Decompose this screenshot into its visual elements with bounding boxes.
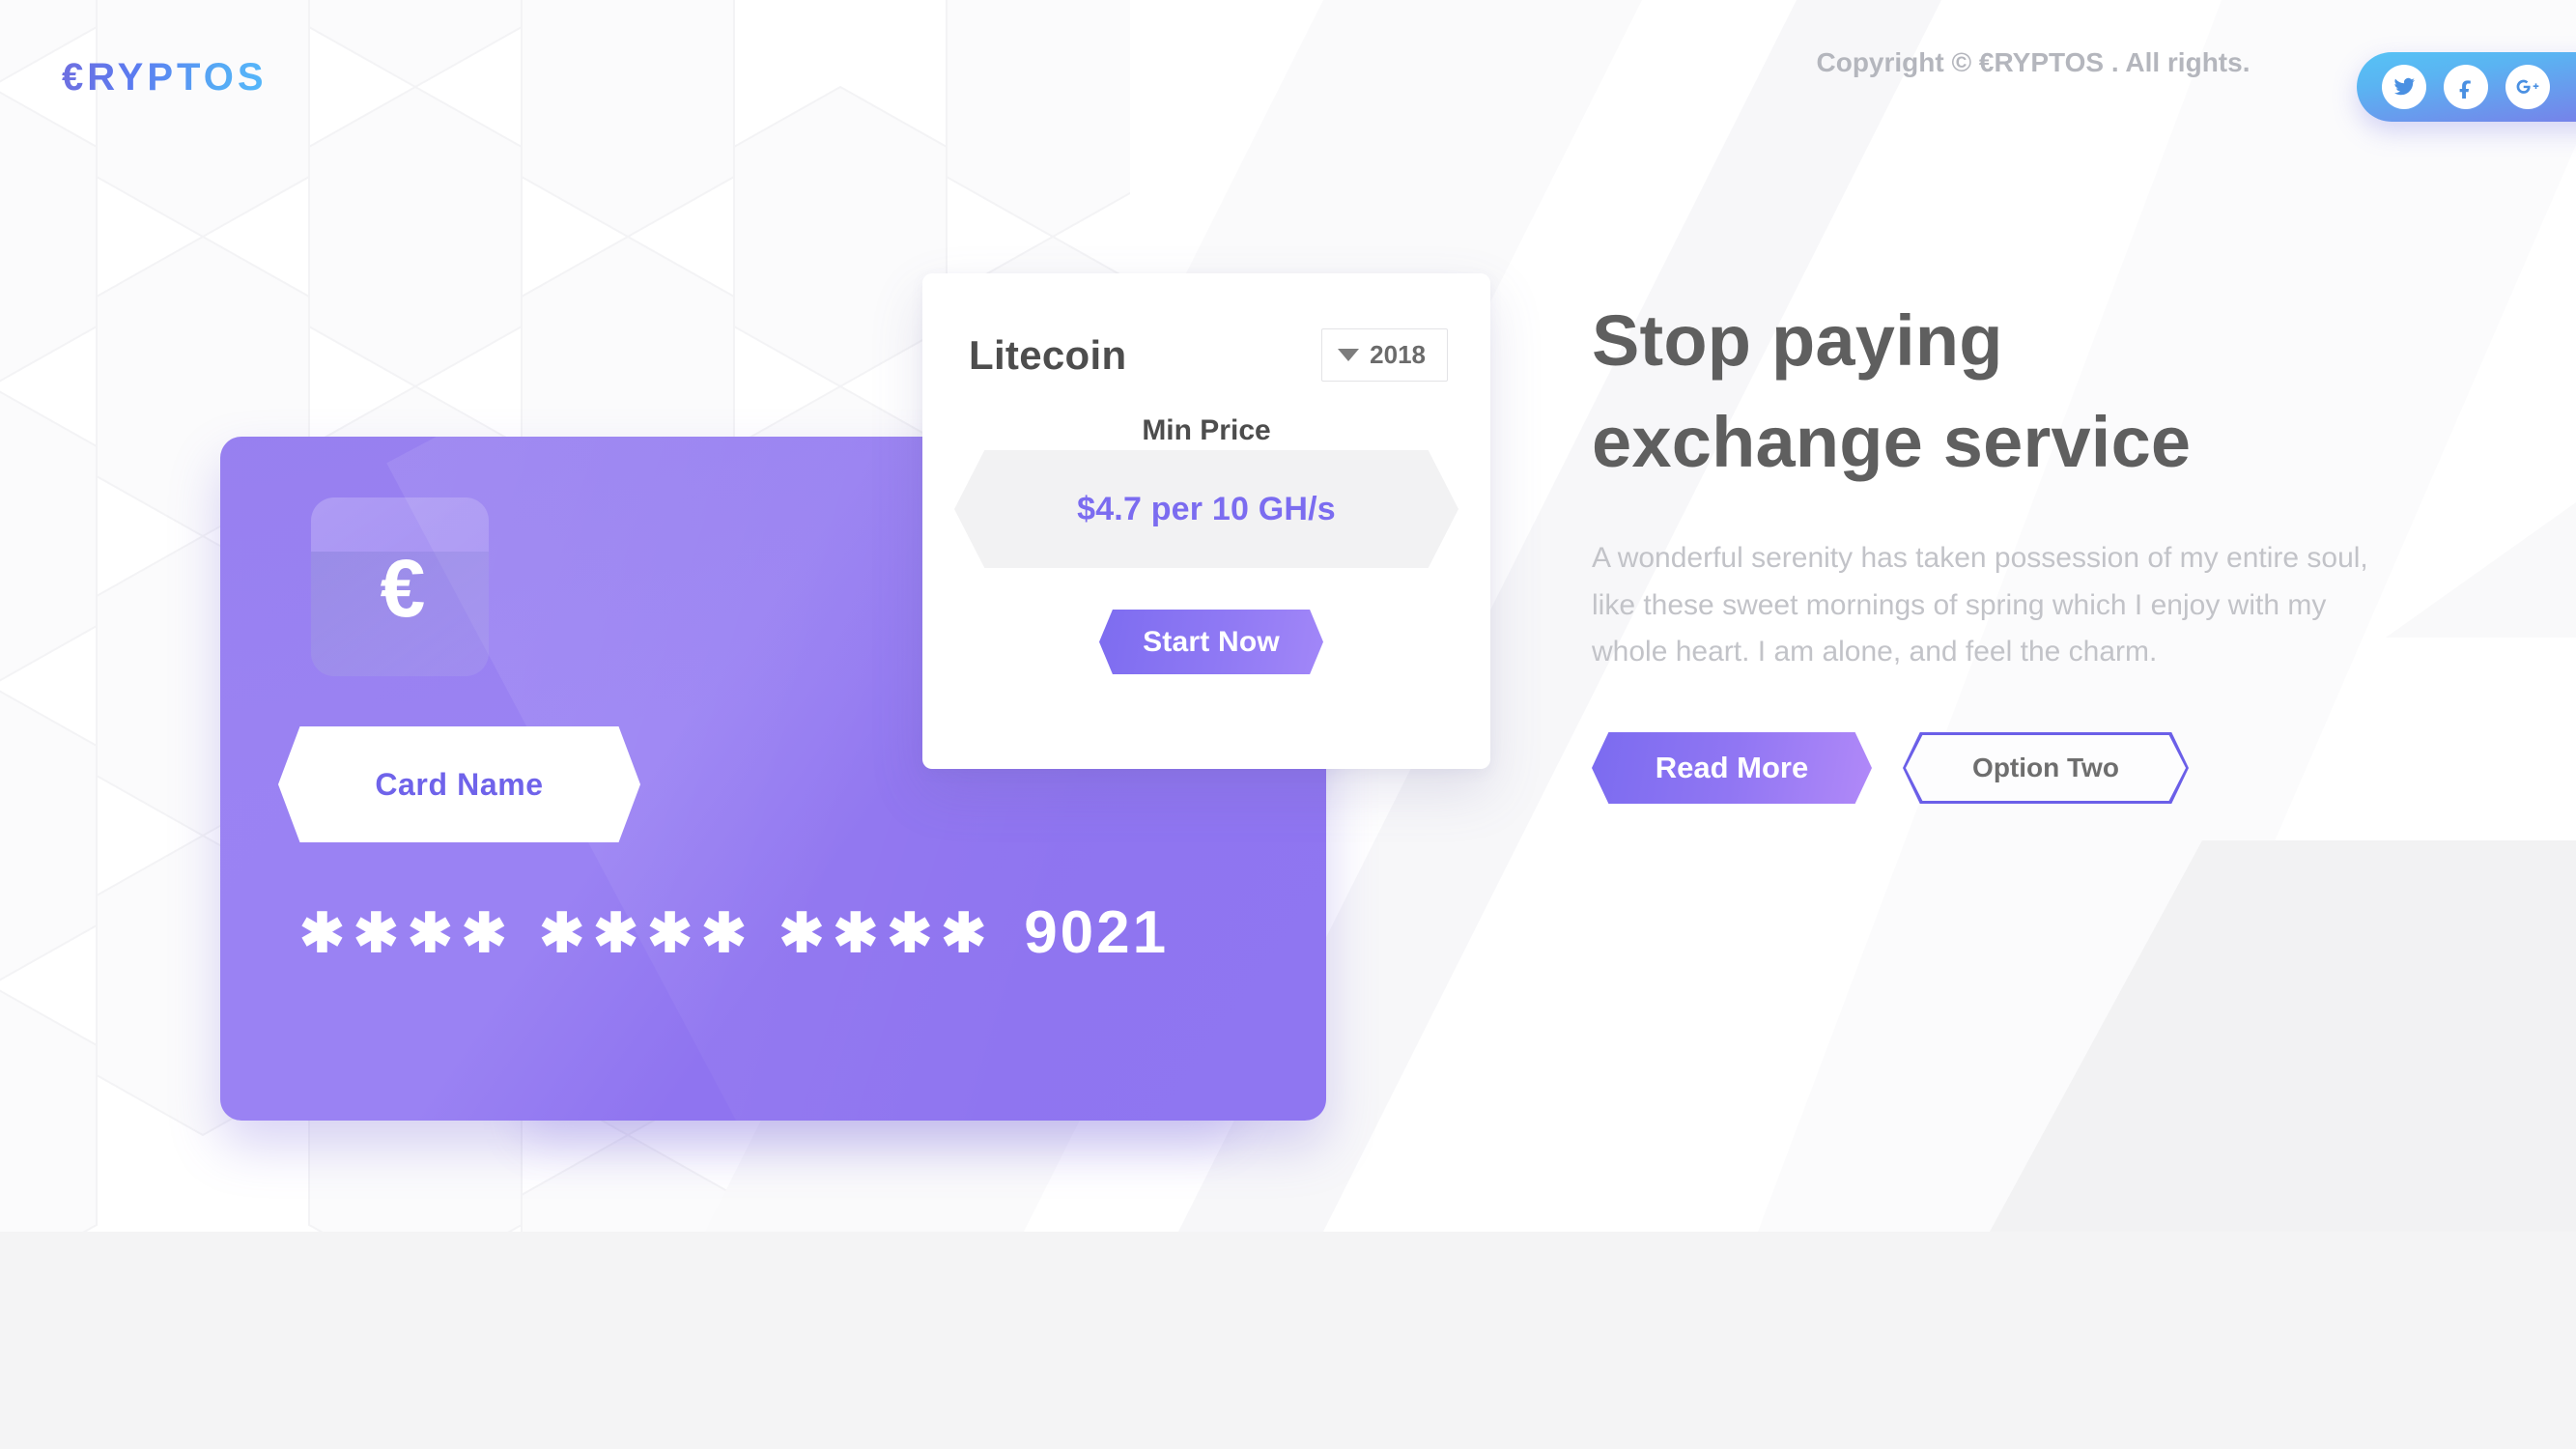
card-chip: € xyxy=(311,497,489,676)
start-now-button[interactable]: Start Now xyxy=(1099,610,1323,674)
euro-symbol-icon: € xyxy=(380,542,426,634)
card-number-masked: ✱✱✱✱ ✱✱✱✱ ✱✱✱✱ xyxy=(299,902,996,963)
card-number: ✱✱✱✱ ✱✱✱✱ ✱✱✱✱ 9021 xyxy=(299,903,1169,963)
year-dropdown[interactable]: 2018 xyxy=(1321,328,1448,382)
headline-line-1: Stop paying xyxy=(1592,300,2003,381)
card-number-last4: 9021 xyxy=(1024,899,1170,966)
chevron-down-icon xyxy=(1338,349,1360,361)
price-value: $4.7 per 10 GH/s xyxy=(1077,490,1336,527)
year-dropdown-value: 2018 xyxy=(1370,340,1426,369)
below-fold-section xyxy=(0,1232,2576,1449)
option-two-label: Option Two xyxy=(1972,752,2119,782)
price-panel: Litecoin 2018 Min Price $4.7 per 10 GH/s… xyxy=(922,273,1490,769)
hero-cta-row: Read More Option Two xyxy=(1592,731,2422,804)
page-root: €RYPTOS Copyright © €RYPTOS . All rights… xyxy=(0,0,2576,1449)
facebook-icon[interactable] xyxy=(2444,65,2488,109)
social-links-pill xyxy=(2357,52,2576,122)
hero-copy-column: Stop paying exchange service A wonderful… xyxy=(1592,290,2422,804)
hero-section: €RYPTOS Copyright © €RYPTOS . All rights… xyxy=(0,0,2576,1232)
card-name-label: Card Name xyxy=(375,766,544,802)
price-panel-header: Litecoin 2018 xyxy=(969,328,1448,382)
option-two-button[interactable]: Option Two xyxy=(1903,731,2189,804)
hero-paragraph: A wonderful serenity has taken possessio… xyxy=(1592,542,2368,668)
price-value-chip: $4.7 per 10 GH/s xyxy=(954,450,1458,568)
headline-line-2: exchange service xyxy=(1592,402,2192,483)
page-title: Stop paying exchange service xyxy=(1592,290,2422,493)
min-price-label: Min Price xyxy=(1142,414,1271,446)
read-more-label: Read More xyxy=(1655,750,1809,784)
option-two-inner: Option Two xyxy=(1906,734,2186,801)
copyright-text: Copyright © €RYPTOS . All rights. xyxy=(1816,47,2250,77)
twitter-icon[interactable] xyxy=(2382,65,2426,109)
brand-logo[interactable]: €RYPTOS xyxy=(62,56,268,99)
start-now-label: Start Now xyxy=(1143,625,1280,658)
read-more-button[interactable]: Read More xyxy=(1592,731,1872,804)
card-name-badge: Card Name xyxy=(278,726,640,842)
coin-name: Litecoin xyxy=(969,331,1127,378)
googleplus-icon[interactable] xyxy=(2505,65,2550,109)
